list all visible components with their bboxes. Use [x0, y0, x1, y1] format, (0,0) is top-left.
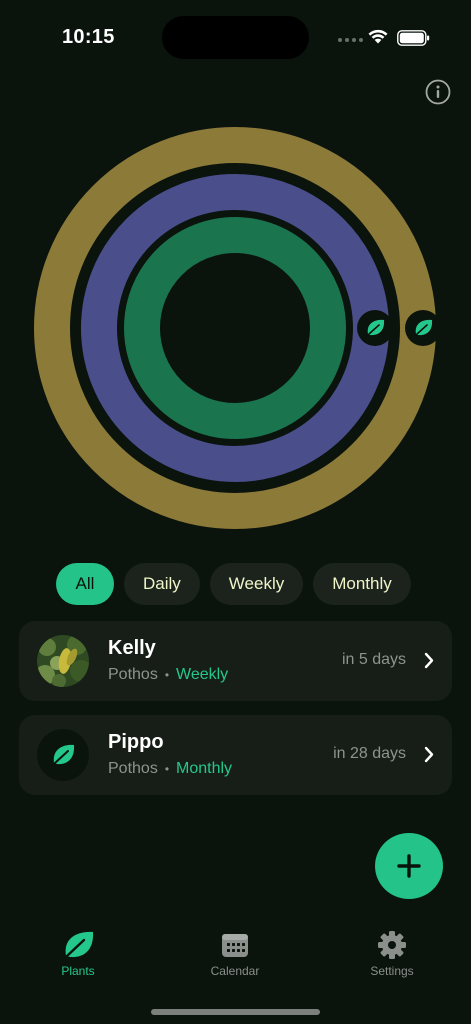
- filter-all-chip[interactable]: All: [56, 563, 114, 605]
- plant-photo: [37, 635, 89, 687]
- chevron-right-icon: [424, 746, 434, 763]
- filter-monthly-chip[interactable]: Monthly: [313, 563, 411, 605]
- filter-weekly-chip[interactable]: Weekly: [209, 563, 304, 605]
- monthly-ring-marker: [405, 310, 441, 346]
- plant-name: Kelly: [108, 637, 156, 659]
- next-watering: in 5 days: [341, 651, 406, 668]
- plant-name: Pippo: [108, 731, 164, 753]
- tab-label: Plants: [61, 964, 95, 978]
- watering-rings: [34, 127, 441, 529]
- tab-calendar[interactable]: Calendar: [175, 930, 295, 978]
- plant-frequency: Weekly: [176, 666, 229, 683]
- plant-placeholder-avatar: [37, 729, 89, 781]
- battery-icon: [397, 30, 430, 46]
- separator-dot: •: [164, 762, 170, 776]
- tab-plants[interactable]: Plants: [18, 930, 138, 978]
- weekly-ring-marker: [357, 310, 393, 346]
- plant-meta: Pothos • Monthly: [108, 760, 232, 778]
- plus-icon: [397, 854, 421, 878]
- separator-dot: •: [164, 668, 170, 682]
- next-watering: in 28 days: [333, 745, 406, 762]
- wifi-icon: [368, 29, 388, 44]
- gear-icon: [378, 931, 406, 959]
- tab-settings[interactable]: Settings: [332, 930, 452, 978]
- plant-meta: Pothos • Weekly: [108, 666, 228, 684]
- dynamic-island: [162, 16, 309, 59]
- info-icon[interactable]: [425, 79, 451, 105]
- leaf-icon: [65, 931, 94, 958]
- filter-daily-chip[interactable]: Daily: [124, 563, 200, 605]
- tab-label: Calendar: [210, 964, 260, 978]
- chevron-right-icon: [424, 652, 434, 669]
- tab-label: Settings: [370, 964, 414, 978]
- plant-species: Pothos: [108, 760, 158, 777]
- plant-frequency: Monthly: [176, 760, 233, 777]
- plant-species: Pothos: [108, 666, 158, 683]
- daily-ring: [124, 217, 346, 439]
- leaf-icon: [53, 744, 75, 765]
- status-time: 10:15: [62, 26, 115, 48]
- home-indicator: [151, 1009, 320, 1015]
- add-plant-button[interactable]: [375, 833, 443, 899]
- frequency-filter: All Daily Weekly Monthly: [56, 563, 411, 605]
- plant-card[interactable]: Kelly Pothos • Weekly in 5 days: [19, 621, 452, 701]
- calendar-icon: [222, 934, 248, 957]
- plant-card[interactable]: Pippo Pothos • Monthly in 28 days: [19, 715, 452, 795]
- status-bar: 10:15: [0, 0, 471, 76]
- cellular-signal-icon: [338, 38, 363, 42]
